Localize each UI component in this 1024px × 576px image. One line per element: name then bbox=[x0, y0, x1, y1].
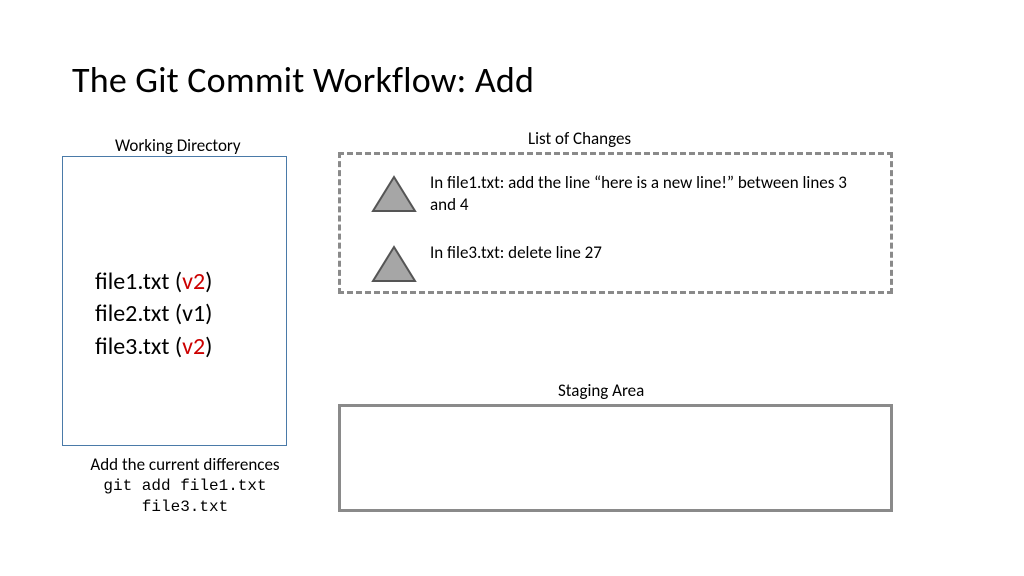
file-entry: file3.txt (v2) bbox=[95, 331, 212, 363]
change-item: In file3.txt: delete line 27 bbox=[370, 242, 870, 284]
staging-area-box bbox=[338, 404, 893, 512]
file-entry: file2.txt (v1) bbox=[95, 298, 212, 330]
slide: The Git Commit Workflow: Add Working Dir… bbox=[0, 0, 1024, 576]
delta-icon bbox=[370, 174, 418, 214]
working-directory-label: Working Directory bbox=[115, 135, 241, 156]
change-item: In file1.txt: add the line “here is a ne… bbox=[370, 172, 870, 216]
change-text: In file3.txt: delete line 27 bbox=[430, 242, 602, 264]
file-name: file2.txt bbox=[95, 299, 169, 328]
staging-area-label: Staging Area bbox=[558, 380, 644, 401]
file-name: file3.txt bbox=[95, 332, 169, 361]
changes-label: List of Changes bbox=[528, 128, 631, 149]
file-version: v2 bbox=[182, 267, 205, 296]
add-caption-text: Add the current differences bbox=[60, 454, 310, 476]
add-caption: Add the current differences git add file… bbox=[60, 454, 310, 518]
file-name: file1.txt bbox=[95, 267, 169, 296]
slide-title: The Git Commit Workflow: Add bbox=[72, 58, 534, 102]
add-command: git add file1.txt file3.txt bbox=[60, 476, 310, 518]
delta-icon bbox=[370, 244, 418, 284]
change-text: In file1.txt: add the line “here is a ne… bbox=[430, 172, 850, 216]
file-entry: file1.txt (v2) bbox=[95, 266, 212, 298]
file-version: v1 bbox=[182, 299, 205, 328]
file-version: v2 bbox=[182, 332, 205, 361]
file-list: file1.txt (v2) file2.txt (v1) file3.txt … bbox=[95, 266, 212, 363]
